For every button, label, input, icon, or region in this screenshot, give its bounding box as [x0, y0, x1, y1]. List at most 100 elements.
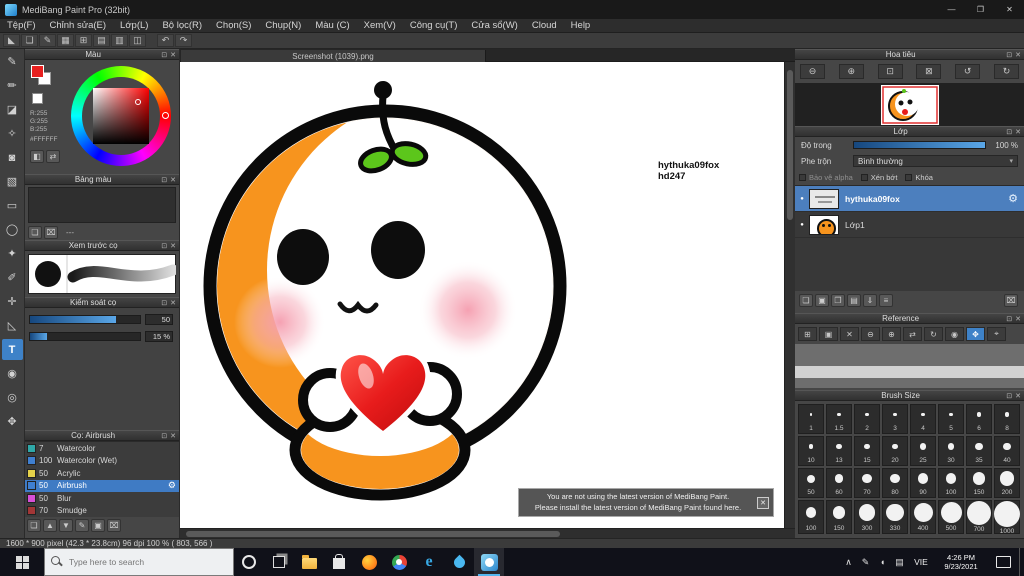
brush-item-smudge[interactable]: 70 Smudge	[25, 505, 179, 518]
language-indicator[interactable]: VIE	[908, 557, 934, 567]
brush-settings-icon[interactable]: ⚙	[168, 480, 176, 491]
ref-save-icon[interactable]: ▣	[819, 327, 838, 341]
taskbar-medibang-icon[interactable]	[474, 548, 504, 576]
brush-down-icon[interactable]: ▼	[59, 519, 73, 532]
close-button[interactable]: ✕	[995, 0, 1024, 19]
panel-close-icon[interactable]: ✕	[1015, 128, 1021, 136]
panel-float-icon[interactable]: ⊡	[161, 242, 167, 250]
zoom-tool[interactable]: ◎	[2, 387, 23, 408]
undo-button[interactable]: ↶	[157, 34, 174, 47]
fit-window-icon[interactable]: ⊠	[916, 64, 942, 79]
slider-track[interactable]	[29, 331, 141, 341]
restore-button[interactable]: ❐	[966, 0, 995, 19]
clock[interactable]: 4:26 PM 9/23/2021	[934, 553, 988, 571]
opacity-slider[interactable]	[853, 141, 986, 149]
brush-size-8[interactable]: 8	[994, 404, 1020, 434]
ref-crosshair-icon[interactable]: ⌖	[987, 327, 1006, 341]
ref-zoom-out-icon[interactable]: ⊖	[861, 327, 880, 341]
brush-size-25[interactable]: 25	[910, 436, 936, 466]
menu-item-l-p-l[interactable]: Lớp(L)	[113, 19, 155, 33]
menu-item-ch-n-s[interactable]: Chọn(S)	[209, 19, 258, 33]
panel-float-icon[interactable]: ⊡	[161, 432, 167, 440]
taskbar-edge-icon[interactable]: e	[414, 548, 444, 576]
brush-size-6[interactable]: 6	[966, 404, 992, 434]
brush-size-90[interactable]: 90	[910, 468, 936, 498]
new-layer-icon[interactable]: ❏	[799, 294, 813, 307]
taskbar-store-icon[interactable]	[324, 548, 354, 576]
panel-close-icon[interactable]: ✕	[1015, 51, 1021, 59]
taskbar-firefox-icon[interactable]	[354, 548, 384, 576]
edit-brush-icon[interactable]: ✎	[75, 519, 89, 532]
foreground-color-swatch[interactable]	[31, 65, 44, 78]
rotate-left-icon[interactable]: ↺	[955, 64, 981, 79]
select-pen-tool[interactable]: ✐	[2, 267, 23, 288]
taskbar-search[interactable]	[44, 548, 234, 576]
checkbox-box[interactable]	[799, 173, 806, 181]
sv-marker-icon[interactable]	[135, 99, 141, 105]
vertical-scroll-thumb[interactable]	[787, 70, 793, 220]
layer-checkbox-kh-a[interactable]: Khóa	[905, 173, 933, 182]
menu-item-cloud[interactable]: Cloud	[525, 19, 564, 33]
brush-size-1000[interactable]: 1000	[994, 500, 1020, 535]
layer-visibility-dot[interactable]: ●	[795, 222, 809, 228]
panel-float-icon[interactable]: ⊡	[1006, 315, 1012, 323]
panel-close-icon[interactable]: ✕	[170, 176, 176, 184]
delete-color-icon[interactable]: ⌧	[44, 226, 58, 239]
layer-menu-icon[interactable]: ≡	[879, 294, 893, 307]
slider-track[interactable]	[29, 314, 141, 324]
menu-item-help[interactable]: Help	[564, 19, 598, 33]
show-desktop-button[interactable]	[1019, 548, 1024, 576]
layer-checkbox-x-n-b-t[interactable]: Xén bớt	[860, 173, 897, 182]
brush-size-70[interactable]: 70	[854, 468, 880, 498]
ref-zoom-in-icon[interactable]: ⊕	[882, 327, 901, 341]
tray-pen-icon[interactable]: ✎	[857, 551, 874, 573]
brush-size-35[interactable]: 35	[966, 436, 992, 466]
brush-size-20[interactable]: 20	[882, 436, 908, 466]
eraser-tool[interactable]: ◪	[2, 99, 23, 120]
rotate-right-icon[interactable]: ↻	[993, 64, 1019, 79]
menu-item-ch-p-n[interactable]: Chụp(N)	[258, 19, 308, 33]
snap-icon[interactable]: ▥	[111, 34, 128, 47]
layer-settings-icon[interactable]: ⚙	[1008, 192, 1018, 205]
brush-size-100[interactable]: 100	[938, 468, 964, 498]
layer-visibility-dot[interactable]: ●	[795, 196, 809, 202]
brush-size-300[interactable]: 300	[854, 500, 880, 534]
action-center-icon[interactable]	[996, 556, 1011, 568]
pen-settings-icon[interactable]: ✎	[39, 34, 56, 47]
brush-size-2[interactable]: 2	[854, 404, 880, 434]
minimize-button[interactable]: —	[937, 0, 966, 19]
brush-item-acrylic[interactable]: 50 Acrylic	[25, 467, 179, 480]
ref-flip-icon[interactable]: ⇄	[903, 327, 922, 341]
start-button[interactable]	[0, 548, 44, 576]
panel-close-icon[interactable]: ✕	[170, 242, 176, 250]
gradient-tool[interactable]: ▧	[2, 171, 23, 192]
sub-color-swatch[interactable]	[32, 93, 43, 104]
menu-item-c-ng-c-t[interactable]: Công cụ(T)	[403, 19, 465, 33]
menu-item-ch-nh-s-a-e[interactable]: Chỉnh sửa(E)	[43, 19, 114, 33]
redo-button[interactable]: ↷	[175, 34, 192, 47]
comment-icon[interactable]: ❏	[21, 34, 38, 47]
move-tool[interactable]: ✛	[2, 291, 23, 312]
brush-item-watercolor[interactable]: 7 Watercolor	[25, 442, 179, 455]
brush-size-200[interactable]: 200	[994, 468, 1020, 498]
hue-wheel[interactable]	[71, 66, 171, 166]
layer-row-hythuka09fox[interactable]: ● hythuka09fox ⚙	[795, 186, 1024, 212]
merge-down-icon[interactable]: ⇓	[863, 294, 877, 307]
panel-close-icon[interactable]: ✕	[170, 299, 176, 307]
panel-float-icon[interactable]: ⊡	[1006, 51, 1012, 59]
add-swatch-icon[interactable]: ◧	[30, 150, 44, 163]
taskbar-paint-icon[interactable]	[444, 548, 474, 576]
blend-mode-select[interactable]: Bình thường ▾	[853, 155, 1018, 167]
notification-close-icon[interactable]: ✕	[757, 497, 769, 509]
new-folder-icon[interactable]: ▣	[815, 294, 829, 307]
lasso-tool[interactable]: ◯	[2, 219, 23, 240]
brush-size-30[interactable]: 30	[938, 436, 964, 466]
brush-size-40[interactable]: 40	[994, 436, 1020, 466]
add-brush-icon[interactable]: ❏	[27, 519, 41, 532]
brush-size-150[interactable]: 150	[826, 500, 852, 534]
taskbar-taskview-icon[interactable]	[264, 548, 294, 576]
cursor-icon[interactable]: ◣	[3, 34, 20, 47]
search-input[interactable]	[69, 557, 219, 567]
material-icon[interactable]: ▦	[57, 34, 74, 47]
navigator-preview[interactable]	[795, 83, 1024, 127]
